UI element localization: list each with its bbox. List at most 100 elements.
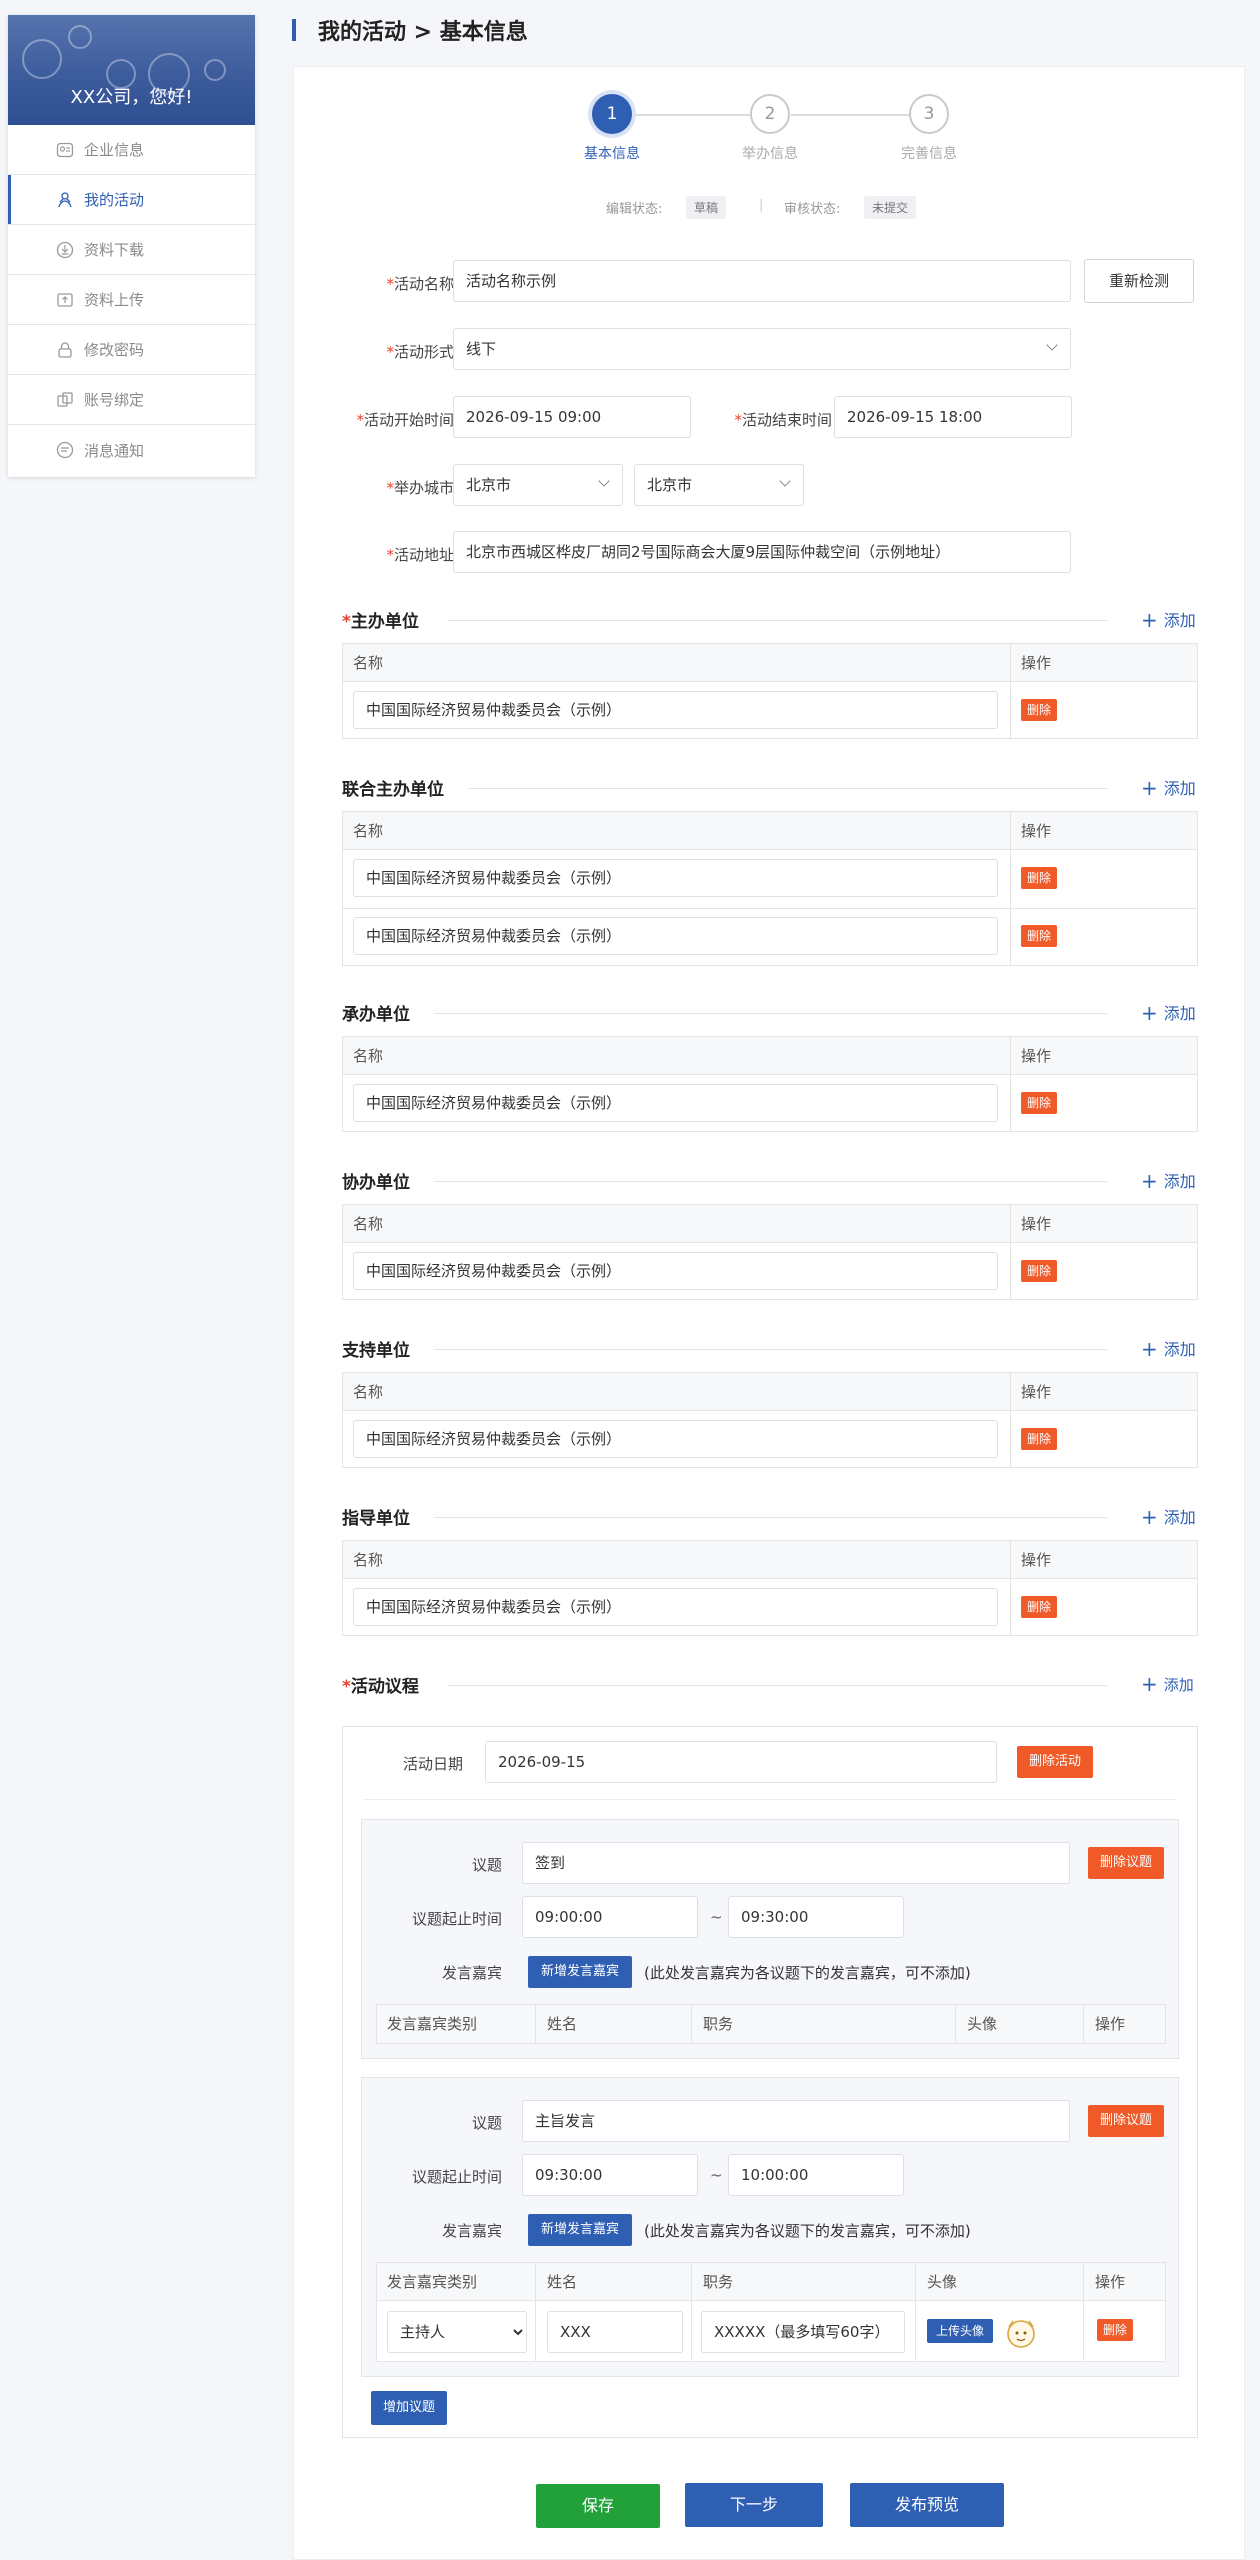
delete-button[interactable]: 删除 <box>1021 699 1058 721</box>
delete-button[interactable]: 删除 <box>1021 867 1058 889</box>
topic-start-input[interactable]: 09:30:00 <box>522 2154 698 2196</box>
sidebar-item-my-activities[interactable]: 我的活动 <box>8 175 255 225</box>
delete-button[interactable]: 删除 <box>1021 925 1058 947</box>
column-avatar: 头像 <box>927 2273 958 2291</box>
city-label: *举办城市 <box>386 479 454 497</box>
title-accent <box>292 19 296 41</box>
breadcrumb: 我的活动 > 基本信息 <box>318 20 528 45</box>
delete-button[interactable]: 删除 <box>1021 1596 1058 1618</box>
section-divider <box>447 620 1107 621</box>
speaker-note: (此处发言嘉宾为各议题下的发言嘉宾，可不添加) <box>644 1964 971 1982</box>
topic-box: 议题 主旨发言 删除议题 议题起止时间 09:30:00 ~ 10:00:00 … <box>361 2077 1179 2377</box>
topic-end-input[interactable]: 10:00:00 <box>728 2154 904 2196</box>
step-connector <box>632 114 750 116</box>
column-divider <box>1010 1205 1011 1299</box>
topic-box: 议题 签到 删除议题 议题起止时间 09:00:00 ~ 09:30:00 发言… <box>361 1819 1179 2059</box>
add-host-button[interactable]: + 添加 <box>1141 607 1196 632</box>
activity-form-label: *活动形式 <box>386 343 454 361</box>
start-time-input[interactable]: 2026-09-15 09:00 <box>453 396 691 438</box>
topic-label: 议题 <box>471 2114 502 2132</box>
co-organizer-section-title: 协办单位 <box>342 1173 410 1193</box>
recheck-button[interactable]: 重新检测 <box>1084 259 1194 303</box>
link-icon <box>57 391 73 407</box>
column-divider <box>1083 2263 1084 2361</box>
review-status-badge: 未提交 <box>864 196 917 219</box>
address-input[interactable]: 北京市西城区桦皮厂胡同2号国际商会大厦9层国际仲裁空间（示例地址） <box>453 531 1071 573</box>
sidebar-item-label: 资料上传 <box>84 291 145 309</box>
add-speaker-button[interactable]: 新增发言嘉宾 <box>528 2214 632 2246</box>
activity-form-select[interactable]: 线下 <box>453 328 1071 370</box>
delete-activity-button[interactable]: 删除活动 <box>1017 1746 1094 1778</box>
column-divider <box>1010 1373 1011 1467</box>
supporter-name-input[interactable]: 中国国际经济贸易仲裁委员会（示例） <box>353 1420 998 1458</box>
topic-end-input[interactable]: 09:30:00 <box>728 1896 904 1938</box>
guide-name-input[interactable]: 中国国际经济贸易仲裁委员会（示例） <box>353 1588 998 1626</box>
sidebar: XX公司，您好! 企业信息 我的活动 资料下载 资料上传 修改密码 账号绑定 消… <box>8 15 255 477</box>
organizer-name-input[interactable]: 中国国际经济贸易仲裁委员会（示例） <box>353 1084 998 1122</box>
topic-start-input[interactable]: 09:00:00 <box>522 1896 698 1938</box>
column-name: 名称 <box>353 1215 384 1233</box>
add-agenda-button[interactable]: + 添加 <box>1141 1672 1194 1696</box>
speaker-position-input[interactable]: XXXXX（最多填写60字） <box>701 2311 905 2353</box>
banner-decoration <box>22 39 62 79</box>
column-position: 职务 <box>703 2015 734 2033</box>
add-co-organizer-button[interactable]: + 添加 <box>1141 1168 1196 1193</box>
page-title: 我的活动 > 基本信息 <box>292 14 528 46</box>
sidebar-item-company-info[interactable]: 企业信息 <box>8 125 255 175</box>
sidebar-item-change-password[interactable]: 修改密码 <box>8 325 255 375</box>
topic-title-input[interactable]: 签到 <box>522 1842 1070 1884</box>
sidebar-item-notifications[interactable]: 消息通知 <box>8 425 255 475</box>
sidebar-item-upload[interactable]: 资料上传 <box>8 275 255 325</box>
topic-title-input[interactable]: 主旨发言 <box>522 2100 1070 2142</box>
section-divider <box>434 1181 1107 1182</box>
host-name-input[interactable]: 中国国际经济贸易仲裁委员会（示例） <box>353 691 998 729</box>
delete-button[interactable]: 删除 <box>1021 1092 1058 1114</box>
main-card: 1 2 3 基本信息 举办信息 完善信息 编辑状态: 草稿 | 审核状态: 未提… <box>293 66 1245 2560</box>
sidebar-item-account-binding[interactable]: 账号绑定 <box>8 375 255 425</box>
column-op: 操作 <box>1021 1551 1052 1569</box>
co-host-name-input[interactable]: 中国国际经济贸易仲裁委员会（示例） <box>353 917 998 955</box>
add-supporter-button[interactable]: + 添加 <box>1141 1336 1196 1361</box>
speaker-table: 发言嘉宾类别 姓名 职务 头像 操作 主持人 XXX XXXXX（最多填写60字… <box>376 2262 1166 2362</box>
column-divider <box>535 2005 536 2043</box>
add-guide-button[interactable]: + 添加 <box>1141 1504 1196 1529</box>
co-organizer-name-input[interactable]: 中国国际经济贸易仲裁委员会（示例） <box>353 1252 998 1290</box>
row-divider <box>343 908 1197 909</box>
add-organizer-button[interactable]: + 添加 <box>1141 1000 1196 1025</box>
activity-name-input[interactable]: 活动名称示例 <box>453 260 1071 302</box>
delete-topic-button[interactable]: 删除议题 <box>1088 2105 1165 2137</box>
time-separator: ~ <box>710 2166 723 2184</box>
section-divider <box>469 788 1107 789</box>
upload-avatar-button[interactable]: 上传头像 <box>927 2319 993 2343</box>
column-op: 操作 <box>1095 2273 1126 2291</box>
speaker-category-select[interactable]: 主持人 <box>387 2311 527 2353</box>
co-host-name-input[interactable]: 中国国际经济贸易仲裁委员会（示例） <box>353 859 998 897</box>
host-section-title: *主办单位 <box>342 612 419 632</box>
add-speaker-button[interactable]: 新增发言嘉宾 <box>528 1956 632 1988</box>
start-time-label: *活动开始时间 <box>356 411 454 429</box>
delete-button[interactable]: 删除 <box>1021 1428 1058 1450</box>
banner-decoration <box>68 25 92 49</box>
save-button[interactable]: 保存 <box>536 2484 660 2528</box>
delete-speaker-button[interactable]: 删除 <box>1097 2319 1134 2341</box>
city-select[interactable]: 北京市 <box>634 464 804 506</box>
column-divider <box>1010 1037 1011 1131</box>
edit-status-label: 编辑状态: <box>606 202 663 217</box>
speaker-name-input[interactable]: XXX <box>547 2311 683 2353</box>
sidebar-item-download[interactable]: 资料下载 <box>8 225 255 275</box>
add-topic-button[interactable]: 增加议题 <box>371 2391 447 2425</box>
delete-button[interactable]: 删除 <box>1021 1260 1058 1282</box>
end-time-input[interactable]: 2026-09-15 18:00 <box>834 396 1072 438</box>
column-name: 名称 <box>353 822 384 840</box>
activity-date-input[interactable]: 2026-09-15 <box>485 1741 997 1783</box>
chevron-down-icon <box>598 475 610 487</box>
province-select[interactable]: 北京市 <box>453 464 623 506</box>
chevron-down-icon <box>1046 339 1058 351</box>
publish-preview-button[interactable]: 发布预览 <box>850 2483 1004 2527</box>
step-2-label: 举办信息 <box>742 146 798 162</box>
next-step-button[interactable]: 下一步 <box>685 2483 823 2527</box>
add-co-host-button[interactable]: + 添加 <box>1141 775 1196 800</box>
column-divider <box>1010 812 1011 965</box>
delete-topic-button[interactable]: 删除议题 <box>1088 1847 1165 1879</box>
table-header <box>343 812 1197 850</box>
